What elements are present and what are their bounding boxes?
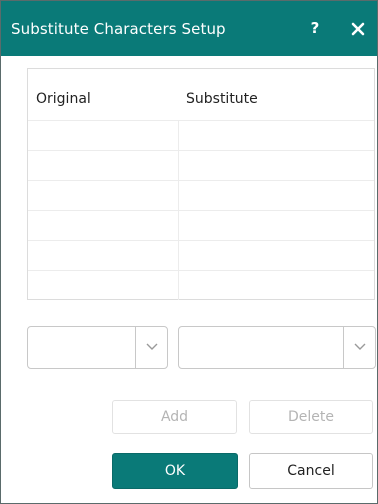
original-cell[interactable]	[28, 181, 179, 210]
substitute-cell[interactable]	[180, 271, 374, 300]
dialog-title: Substitute Characters Setup	[11, 20, 226, 38]
chevron-down-icon	[146, 343, 158, 350]
substitution-table[interactable]: Original Substitute	[27, 68, 375, 300]
dialog-titlebar: Substitute Characters Setup ?	[1, 1, 377, 56]
original-dropdown-button[interactable]	[135, 327, 167, 368]
substitute-cell[interactable]	[180, 211, 374, 240]
substitute-character-combobox[interactable]	[178, 326, 376, 369]
original-cell[interactable]	[28, 151, 179, 180]
substitute-cell[interactable]	[180, 181, 374, 210]
original-cell[interactable]	[28, 271, 179, 300]
add-button[interactable]: Add	[112, 400, 237, 434]
table-row[interactable]	[28, 270, 374, 300]
table-row[interactable]	[28, 210, 374, 240]
original-cell[interactable]	[28, 121, 179, 150]
ok-button[interactable]: OK	[112, 453, 238, 489]
original-character-combobox[interactable]	[27, 326, 168, 369]
cancel-button[interactable]: Cancel	[249, 453, 373, 489]
substitute-cell[interactable]	[180, 121, 374, 150]
substitute-cell[interactable]	[180, 151, 374, 180]
chevron-down-icon	[354, 343, 366, 350]
substitute-cell[interactable]	[180, 241, 374, 270]
original-cell[interactable]	[28, 211, 179, 240]
table-row[interactable]	[28, 240, 374, 270]
table-row[interactable]	[28, 150, 374, 180]
close-button[interactable]	[344, 15, 372, 43]
table-row[interactable]	[28, 120, 374, 150]
help-button[interactable]: ?	[303, 15, 327, 41]
original-cell[interactable]	[28, 241, 179, 270]
substitute-characters-dialog: Substitute Characters Setup ? Original S…	[0, 0, 378, 504]
delete-button[interactable]: Delete	[249, 400, 373, 434]
close-icon	[351, 22, 365, 36]
column-header-substitute[interactable]: Substitute	[186, 91, 258, 107]
column-header-original[interactable]: Original	[36, 91, 91, 107]
table-header: Original Substitute	[28, 69, 374, 120]
substitute-dropdown-button[interactable]	[343, 327, 375, 368]
table-row[interactable]	[28, 180, 374, 210]
